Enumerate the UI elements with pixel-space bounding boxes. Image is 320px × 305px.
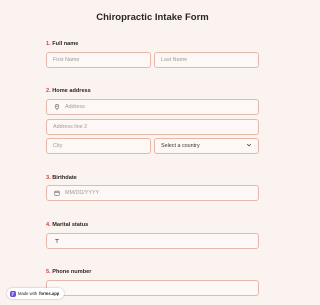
question-text: Marital status xyxy=(52,222,89,228)
question-number: 4. xyxy=(46,222,51,228)
question-text: Birthdate xyxy=(52,175,77,181)
first-name-field[interactable]: First Name xyxy=(46,52,151,68)
forms-app-logo-icon xyxy=(10,290,16,297)
question-number: 1. xyxy=(46,41,51,47)
question-marital-status-label: 4. Marital status xyxy=(46,222,88,228)
country-select-value: Select a country xyxy=(161,143,200,149)
address-line2-field[interactable]: Address line 2 xyxy=(46,119,259,135)
question-text: Home address xyxy=(52,88,91,94)
badge-prefix: Made with xyxy=(18,291,38,296)
question-number: 3. xyxy=(46,175,51,181)
city-placeholder: City xyxy=(53,143,63,149)
question-number: 2. xyxy=(46,88,51,94)
city-field[interactable]: City xyxy=(46,138,151,154)
question-phone-number-label: 5. Phone number xyxy=(46,269,91,275)
question-text: Phone number xyxy=(52,269,92,275)
last-name-placeholder: Last Name xyxy=(161,57,188,63)
question-text: Full name xyxy=(52,41,79,47)
location-pin-icon xyxy=(53,104,60,111)
question-home-address-label: 2. Home address xyxy=(46,88,91,94)
phone-number-field[interactable] xyxy=(46,280,259,296)
question-number: 5. xyxy=(46,269,51,275)
badge-brand: forms.app xyxy=(39,291,60,296)
last-name-field[interactable]: Last Name xyxy=(154,52,259,68)
country-select[interactable]: Select a country xyxy=(154,138,259,154)
marital-status-field[interactable] xyxy=(46,233,259,249)
calendar-icon xyxy=(53,190,60,197)
form-title: Chiropractic Intake Form xyxy=(96,12,209,23)
address-line2-placeholder: Address line 2 xyxy=(53,124,88,130)
question-birthdate-label: 3. Birthdate xyxy=(46,175,77,181)
address-field[interactable]: Address xyxy=(46,99,259,115)
birthdate-field[interactable]: MM/DD/YYYY xyxy=(46,185,259,201)
question-full-name-label: 1. Full name xyxy=(46,41,78,47)
text-icon xyxy=(53,238,60,245)
address-placeholder: Address xyxy=(65,104,85,110)
first-name-placeholder: First Name xyxy=(53,57,80,63)
made-with-badge[interactable]: Made with forms.app xyxy=(7,288,65,299)
chevron-down-icon xyxy=(246,142,252,150)
birthdate-placeholder: MM/DD/YYYY xyxy=(65,190,100,196)
